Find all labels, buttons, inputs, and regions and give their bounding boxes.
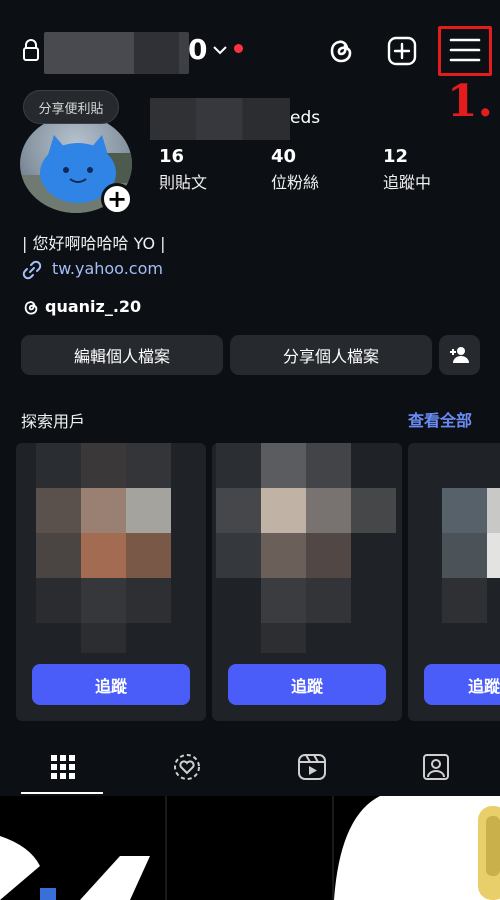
display-name-text: eds	[290, 108, 321, 128]
tagged-heart-icon[interactable]	[172, 752, 202, 782]
menu-icon[interactable]	[449, 36, 481, 64]
share-profile-button[interactable]: 分享個人檔案	[230, 335, 432, 375]
bio-text: | 您好啊哈哈哈 YO |	[22, 234, 166, 253]
follow-button[interactable]: 追蹤	[228, 664, 386, 705]
discover-people-button[interactable]	[439, 335, 480, 375]
post-divider	[332, 796, 334, 900]
stat-posts-value: 16	[159, 146, 185, 167]
display-name-blurred	[150, 98, 290, 140]
stat-following-label: 追蹤中	[383, 173, 432, 192]
threads-handle[interactable]: quaniz_.20	[45, 297, 141, 316]
active-tab-indicator	[21, 792, 103, 794]
suggested-user-card[interactable]: 追蹤	[408, 443, 500, 721]
username-blurred[interactable]	[44, 32, 189, 74]
tagged-user-icon[interactable]	[421, 752, 451, 782]
stat-followers-value: 40	[271, 146, 297, 167]
edit-profile-button[interactable]: 編輯個人檔案	[21, 335, 223, 375]
chevron-down-icon[interactable]	[212, 44, 228, 56]
grid-icon[interactable]	[48, 752, 78, 782]
discover-title: 探索用戶	[21, 412, 86, 431]
add-user-icon	[449, 347, 469, 363]
stat-posts[interactable]: 16 則貼文	[159, 146, 249, 193]
follow-button[interactable]: 追蹤	[32, 664, 190, 705]
post-thumbnails[interactable]	[0, 796, 500, 900]
post-divider	[165, 796, 167, 900]
notification-dot	[234, 44, 243, 53]
lock-icon	[23, 39, 39, 61]
step-annotation: 1.	[447, 76, 493, 127]
threads-icon[interactable]	[22, 298, 40, 316]
follow-button[interactable]: 追蹤	[424, 664, 500, 705]
suggested-user-card[interactable]: 追蹤	[16, 443, 206, 721]
profile-link[interactable]: tw.yahoo.com	[52, 259, 163, 278]
stat-following-value: 12	[383, 146, 409, 167]
stat-followers-label: 位粉絲	[271, 173, 320, 192]
create-icon[interactable]	[387, 36, 417, 66]
posts-grid[interactable]	[0, 796, 500, 900]
stat-following[interactable]: 12 追蹤中	[383, 146, 473, 193]
note-bubble[interactable]: 分享便利貼	[23, 90, 119, 124]
reels-icon[interactable]	[297, 752, 327, 782]
stat-posts-label: 則貼文	[159, 173, 208, 192]
threads-icon[interactable]	[326, 35, 356, 65]
suggested-user-card[interactable]: 追蹤	[212, 443, 402, 721]
username-text[interactable]: 0	[188, 33, 207, 66]
link-icon	[22, 260, 42, 280]
add-story-icon[interactable]: +	[101, 183, 133, 215]
see-all-link[interactable]: 查看全部	[408, 407, 472, 431]
stat-followers[interactable]: 40 位粉絲	[271, 146, 361, 193]
